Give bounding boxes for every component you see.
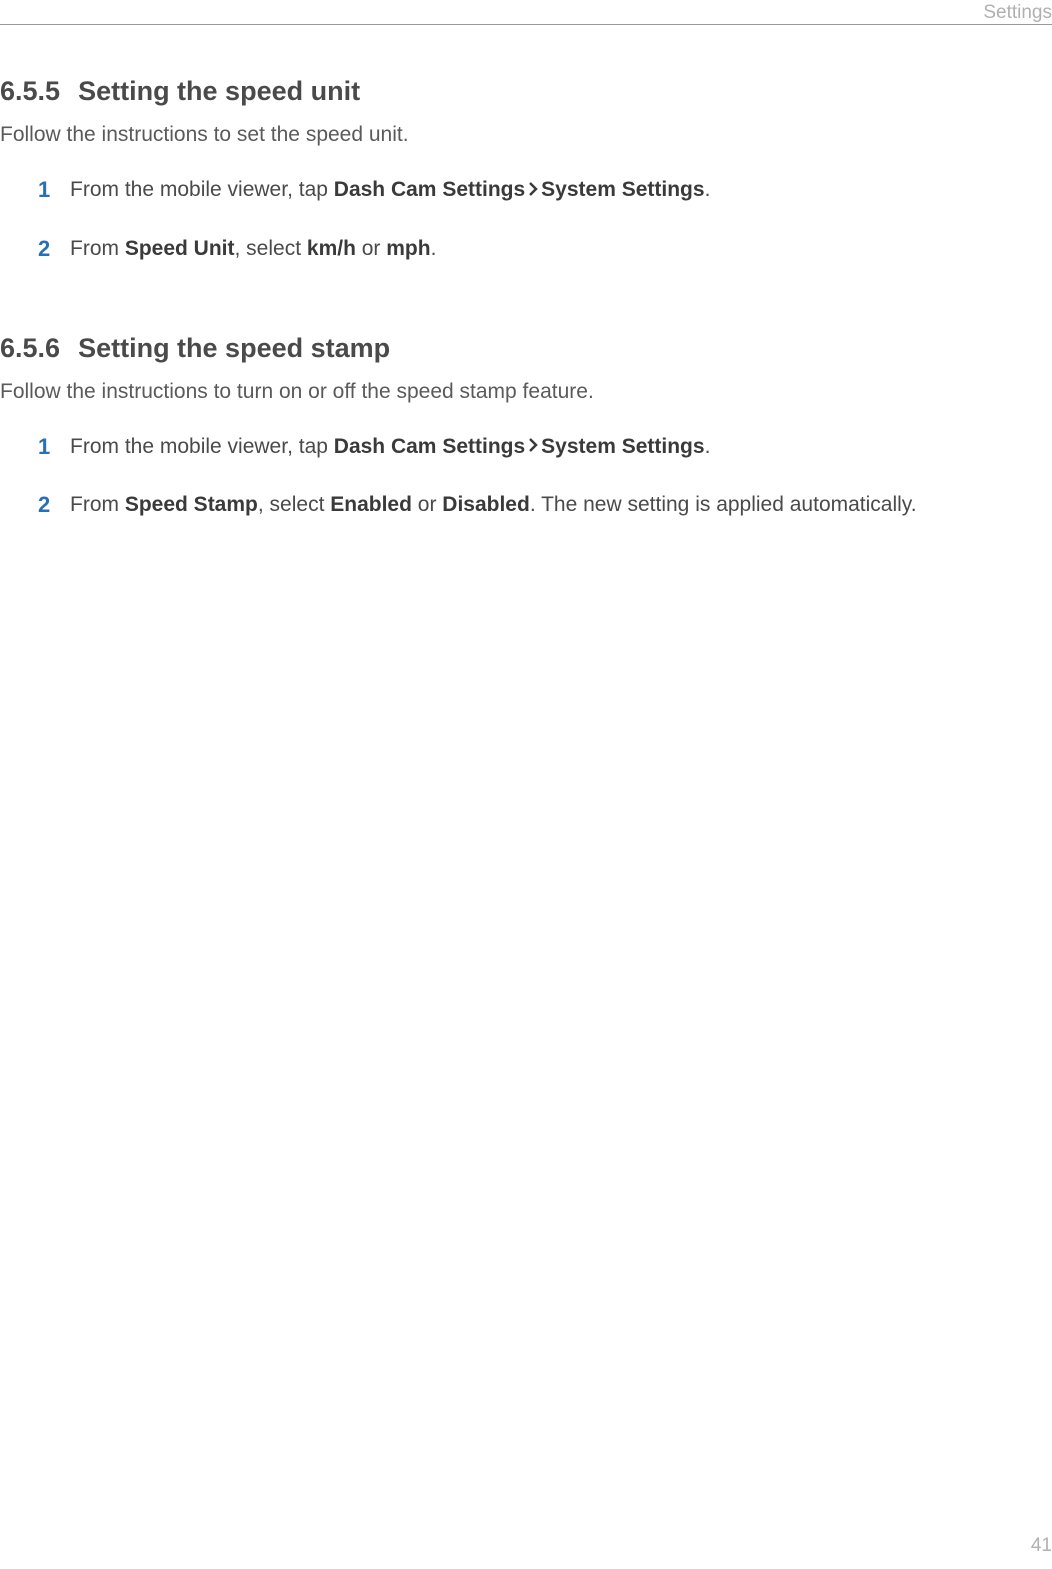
section-title-text: Setting the speed stamp xyxy=(78,333,390,363)
chevron-right-icon xyxy=(527,175,539,204)
bold-text: System Settings xyxy=(541,435,704,458)
step-number: 2 xyxy=(38,234,60,265)
step-item: 2 From Speed Stamp, select Enabled or Di… xyxy=(38,490,1052,521)
text-segment: . The new setting is applied automatical… xyxy=(530,493,917,516)
bold-text: Speed Stamp xyxy=(125,493,258,516)
text-segment: or xyxy=(356,237,386,260)
text-segment: From the mobile viewer, tap xyxy=(70,178,334,201)
bold-text: Dash Cam Settings xyxy=(334,178,525,201)
section-intro: Follow the instructions to set the speed… xyxy=(0,123,1052,147)
section-heading: 6.5.6 Setting the speed stamp xyxy=(0,333,1052,364)
bold-text: Disabled xyxy=(442,493,530,516)
section-number: 6.5.6 xyxy=(0,333,60,364)
text-segment: From the mobile viewer, tap xyxy=(70,435,334,458)
step-item: 1 From the mobile viewer, tap Dash Cam S… xyxy=(38,432,1052,463)
chevron-right-icon xyxy=(527,431,539,460)
bold-text: Dash Cam Settings xyxy=(334,435,525,458)
bold-text: mph xyxy=(386,237,430,260)
step-text: From Speed Stamp, select Enabled or Disa… xyxy=(70,490,917,519)
step-number: 1 xyxy=(38,432,60,463)
text-segment: From xyxy=(70,493,125,516)
bold-text: Speed Unit xyxy=(125,237,235,260)
header-label: Settings xyxy=(983,2,1052,24)
page-content: 6.5.5 Setting the speed unit Follow the i… xyxy=(0,0,1052,521)
text-segment: . xyxy=(431,237,437,260)
section-number: 6.5.5 xyxy=(0,76,60,107)
text-segment: . xyxy=(705,178,711,201)
text-segment: . xyxy=(705,435,711,458)
step-text: From the mobile viewer, tap Dash Cam Set… xyxy=(70,175,710,205)
text-segment: or xyxy=(412,493,442,516)
header-divider xyxy=(0,24,1052,25)
step-item: 2 From Speed Unit, select km/h or mph. xyxy=(38,234,1052,265)
section-title-text: Setting the speed unit xyxy=(78,76,360,106)
bold-text: km/h xyxy=(307,237,356,260)
step-number: 1 xyxy=(38,175,60,206)
section-intro: Follow the instructions to turn on or of… xyxy=(0,380,1052,404)
section-heading: 6.5.5 Setting the speed unit xyxy=(0,76,1052,107)
steps-list: 1 From the mobile viewer, tap Dash Cam S… xyxy=(0,175,1052,265)
step-text: From the mobile viewer, tap Dash Cam Set… xyxy=(70,432,710,462)
step-number: 2 xyxy=(38,490,60,521)
bold-text: Enabled xyxy=(330,493,412,516)
text-segment: From xyxy=(70,237,125,260)
text-segment: , select xyxy=(235,237,307,260)
bold-text: System Settings xyxy=(541,178,704,201)
page-number: 41 xyxy=(1031,1535,1052,1557)
step-text: From Speed Unit, select km/h or mph. xyxy=(70,234,436,263)
text-segment: , select xyxy=(258,493,330,516)
step-item: 1 From the mobile viewer, tap Dash Cam S… xyxy=(38,175,1052,206)
steps-list: 1 From the mobile viewer, tap Dash Cam S… xyxy=(0,432,1052,522)
